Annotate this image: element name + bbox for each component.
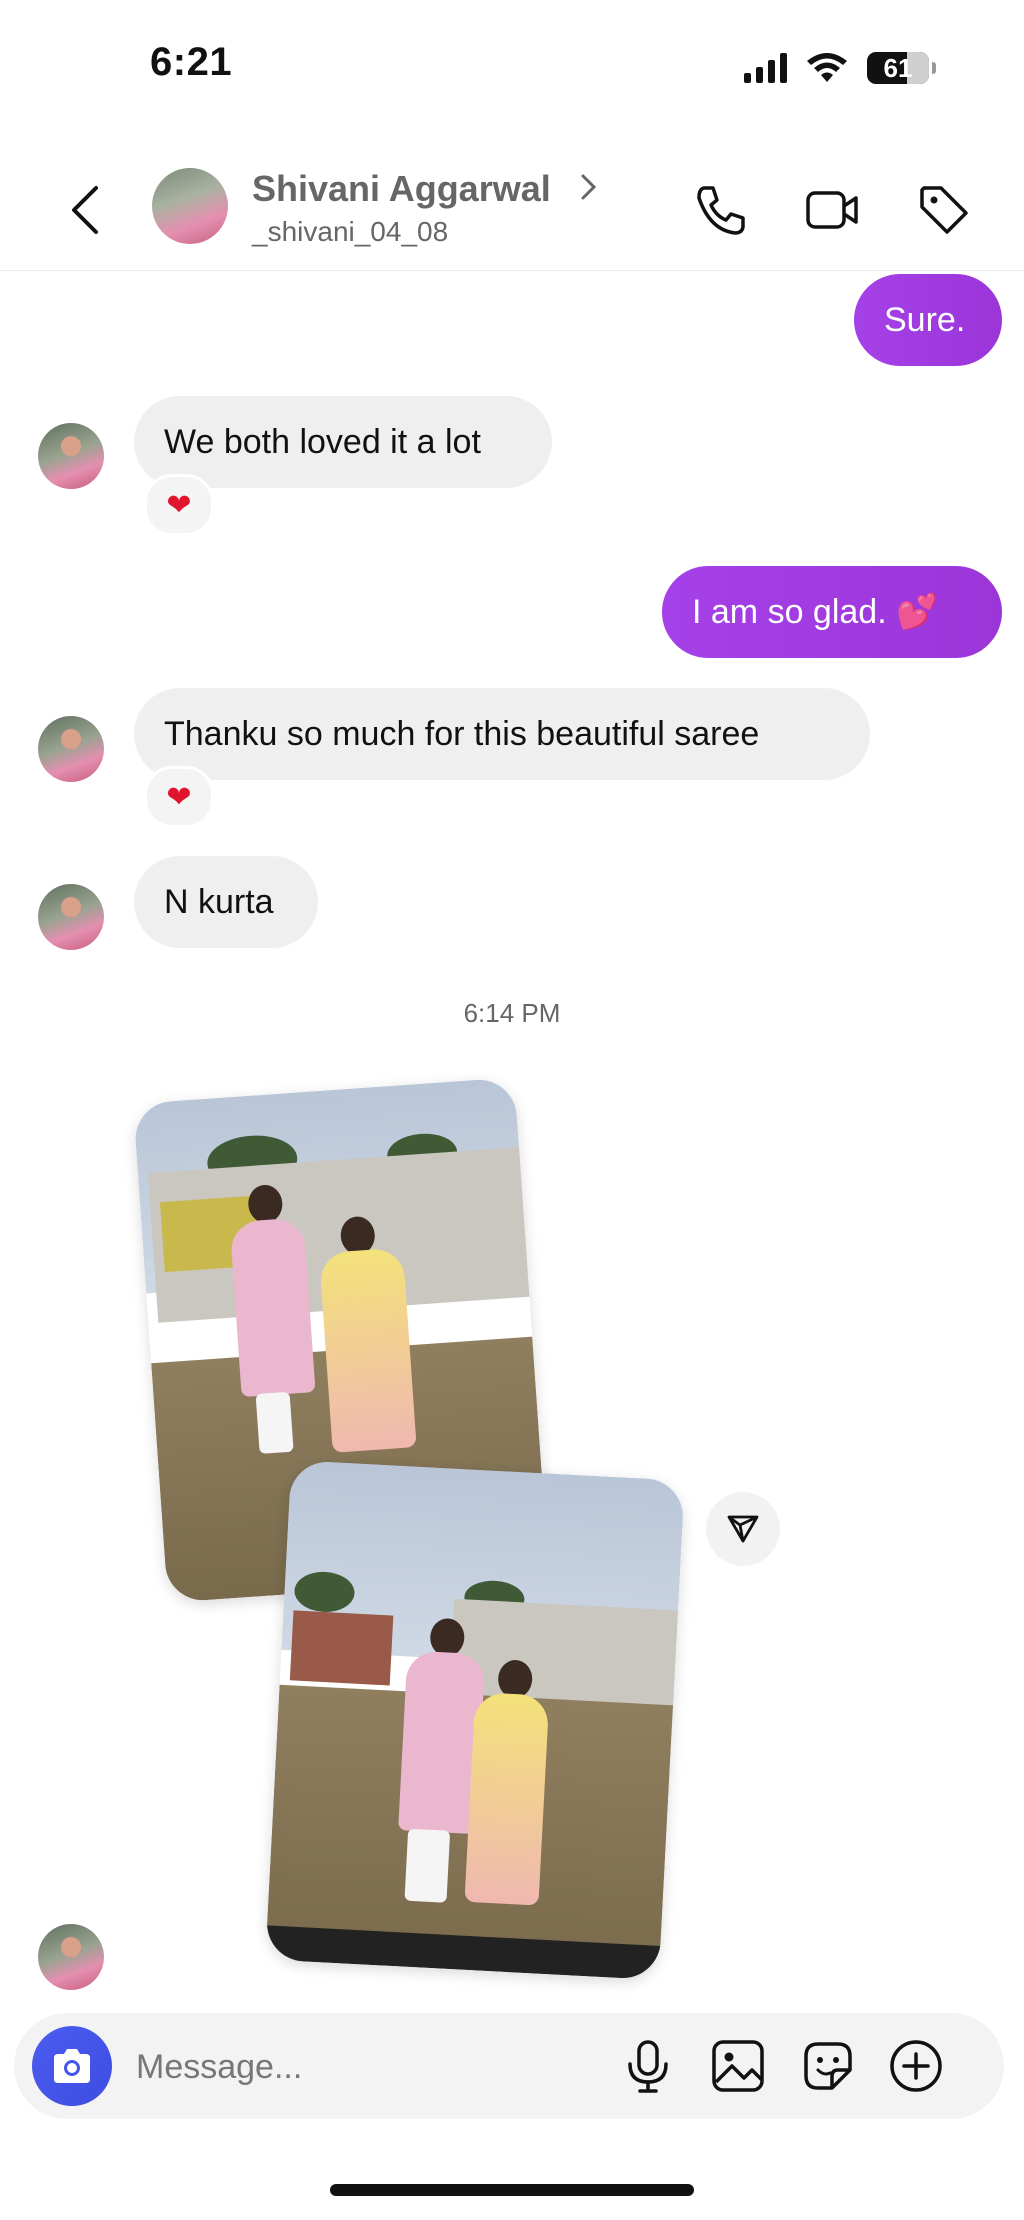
message-bubble-incoming[interactable]: Thanku so much for this beautiful saree	[134, 688, 870, 780]
home-indicator	[330, 2184, 694, 2196]
message-text: I am so glad. 💕	[692, 593, 939, 631]
message-text: Thanku so much for this beautiful saree	[164, 714, 760, 753]
sender-avatar[interactable]	[38, 884, 104, 950]
sticker-icon[interactable]	[798, 2036, 858, 2096]
contact-name[interactable]: Shivani Aggarwal	[252, 168, 551, 210]
tag-icon[interactable]	[914, 180, 974, 240]
message-text: N kurta	[164, 882, 274, 921]
heart-reaction-icon[interactable]: ❤	[144, 474, 214, 536]
message-text: We both loved it a lot	[164, 422, 481, 461]
phone-icon[interactable]	[690, 180, 750, 240]
message-text: Sure.	[884, 300, 966, 339]
sender-avatar[interactable]	[38, 1924, 104, 1990]
microphone-icon[interactable]	[618, 2036, 678, 2096]
battery-icon: 61	[867, 52, 936, 84]
wifi-icon	[807, 53, 847, 82]
gallery-icon[interactable]	[708, 2036, 768, 2096]
battery-level: 61	[883, 52, 913, 83]
heart-reaction-icon[interactable]: ❤	[144, 766, 214, 828]
contact-avatar[interactable]	[152, 168, 228, 244]
contact-username: _shivani_04_08	[252, 216, 449, 247]
message-bubble-outgoing[interactable]: I am so glad. 💕	[662, 566, 1002, 658]
message-bubble-incoming[interactable]: N kurta	[134, 856, 318, 948]
message-input[interactable]	[134, 2036, 598, 2098]
status-icons: 61	[744, 48, 936, 88]
add-icon[interactable]	[886, 2036, 946, 2096]
sender-avatar[interactable]	[38, 423, 104, 489]
sender-avatar[interactable]	[38, 716, 104, 782]
chat-header: Shivani Aggarwal _shivani_04_08	[0, 150, 1024, 271]
status-time: 6:21	[150, 40, 233, 84]
camera-icon	[54, 2049, 90, 2083]
back-chevron-icon[interactable]	[60, 180, 110, 240]
chevron-right-icon[interactable]	[580, 172, 598, 202]
message-composer	[14, 2013, 1004, 2119]
cellular-signal-icon	[744, 53, 787, 83]
message-bubble-outgoing[interactable]: Sure.	[854, 274, 1002, 366]
camera-button[interactable]	[32, 2026, 112, 2106]
shared-photo[interactable]	[265, 1460, 685, 1980]
status-bar: 6:21 61	[0, 0, 1024, 140]
video-camera-icon[interactable]	[802, 180, 862, 240]
paper-plane-icon	[727, 1515, 759, 1543]
message-bubble-incoming[interactable]: We both loved it a lot	[134, 396, 552, 488]
share-button[interactable]	[706, 1492, 780, 1566]
message-timestamp: 6:14 PM	[463, 998, 561, 1028]
